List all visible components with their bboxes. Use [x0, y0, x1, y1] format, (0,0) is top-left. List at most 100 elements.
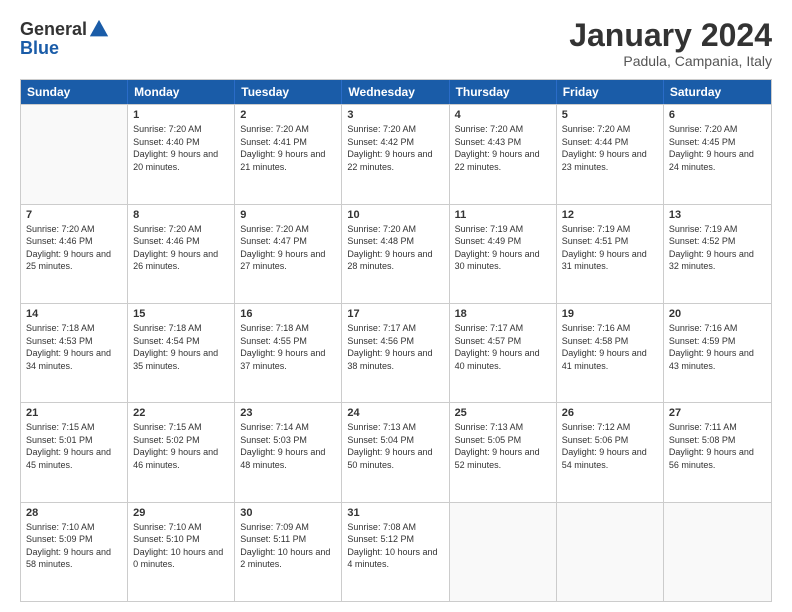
day-number: 7	[26, 209, 122, 221]
logo-general-text: General	[20, 19, 87, 40]
cal-cell-5-7	[664, 503, 771, 601]
cal-cell-3-7: 20Sunrise: 7:16 AMSunset: 4:59 PMDayligh…	[664, 304, 771, 402]
cal-cell-5-4: 31Sunrise: 7:08 AMSunset: 5:12 PMDayligh…	[342, 503, 449, 601]
cell-info: Sunrise: 7:15 AMSunset: 5:01 PMDaylight:…	[26, 421, 122, 471]
cell-info: Sunrise: 7:18 AMSunset: 4:53 PMDaylight:…	[26, 322, 122, 372]
cal-cell-2-7: 13 Sunrise: 7:19 AMSunset: 4:52 PMDayligh…	[664, 205, 771, 303]
day-number: 14	[26, 308, 122, 320]
cal-cell-5-1: 28 Sunrise: 7:10 AMSunset: 5:09 PMDayligh…	[21, 503, 128, 601]
cell-info: Sunrise: 7:11 AMSunset: 5:08 PMDaylight:…	[669, 421, 766, 471]
day-number: 20	[669, 308, 766, 320]
cal-cell-1-3: 2 Sunrise: 7:20 AMSunset: 4:41 PMDaylight…	[235, 105, 342, 203]
day-number: 6	[669, 109, 766, 121]
cal-cell-3-1: 14 Sunrise: 7:18 AMSunset: 4:53 PMDayligh…	[21, 304, 128, 402]
day-number: 11	[455, 209, 551, 221]
week-row-1: 1 Sunrise: 7:20 AMSunset: 4:40 PMDaylight…	[21, 104, 771, 203]
cal-cell-3-2: 15Sunrise: 7:18 AMSunset: 4:54 PMDayligh…	[128, 304, 235, 402]
day-number: 18	[455, 308, 551, 320]
cell-info: Sunrise: 7:10 AMSunset: 5:09 PMDaylight:…	[26, 521, 122, 571]
cell-info: Sunrise: 7:16 AMSunset: 4:58 PMDaylight:…	[562, 322, 658, 372]
cell-info: Sunrise: 7:20 AMSunset: 4:42 PMDaylight:…	[347, 123, 443, 173]
header: General Blue January 2024 Padula, Campan…	[20, 18, 772, 69]
calendar-header-row: SundayMondayTuesdayWednesdayThursdayFrid…	[21, 80, 771, 104]
day-number: 27	[669, 407, 766, 419]
cal-cell-3-3: 16 Sunrise: 7:18 AMSunset: 4:55 PMDayligh…	[235, 304, 342, 402]
cal-cell-1-4: 3 Sunrise: 7:20 AMSunset: 4:42 PMDaylight…	[342, 105, 449, 203]
week-row-5: 28 Sunrise: 7:10 AMSunset: 5:09 PMDayligh…	[21, 502, 771, 601]
cal-cell-4-3: 23 Sunrise: 7:14 AMSunset: 5:03 PMDayligh…	[235, 403, 342, 501]
cell-info: Sunrise: 7:20 AMSunset: 4:41 PMDaylight:…	[240, 123, 336, 173]
logo: General Blue	[20, 18, 110, 59]
day-number: 2	[240, 109, 336, 121]
page: General Blue January 2024 Padula, Campan…	[0, 0, 792, 612]
day-number: 10	[347, 209, 443, 221]
cal-cell-3-4: 17 Sunrise: 7:17 AMSunset: 4:56 PMDayligh…	[342, 304, 449, 402]
cal-cell-2-6: 12 Sunrise: 7:19 AMSunset: 4:51 PMDayligh…	[557, 205, 664, 303]
cell-info: Sunrise: 7:19 AMSunset: 4:49 PMDaylight:…	[455, 223, 551, 273]
day-number: 4	[455, 109, 551, 121]
cal-cell-4-2: 22 Sunrise: 7:15 AMSunset: 5:02 PMDayligh…	[128, 403, 235, 501]
cell-info: Sunrise: 7:20 AMSunset: 4:46 PMDaylight:…	[26, 223, 122, 273]
cell-info: Sunrise: 7:12 AMSunset: 5:06 PMDaylight:…	[562, 421, 658, 471]
week-row-4: 21 Sunrise: 7:15 AMSunset: 5:01 PMDayligh…	[21, 402, 771, 501]
calendar-body: 1 Sunrise: 7:20 AMSunset: 4:40 PMDaylight…	[21, 104, 771, 601]
cell-info: Sunrise: 7:20 AMSunset: 4:40 PMDaylight:…	[133, 123, 229, 173]
cal-cell-1-1	[21, 105, 128, 203]
day-number: 1	[133, 109, 229, 121]
cal-cell-5-2: 29Sunrise: 7:10 AMSunset: 5:10 PMDayligh…	[128, 503, 235, 601]
cell-info: Sunrise: 7:08 AMSunset: 5:12 PMDaylight:…	[347, 521, 443, 571]
day-number: 17	[347, 308, 443, 320]
cell-info: Sunrise: 7:19 AMSunset: 4:52 PMDaylight:…	[669, 223, 766, 273]
cal-cell-5-3: 30 Sunrise: 7:09 AMSunset: 5:11 PMDayligh…	[235, 503, 342, 601]
day-number: 25	[455, 407, 551, 419]
cal-cell-5-6	[557, 503, 664, 601]
header-day-tuesday: Tuesday	[235, 80, 342, 104]
cal-cell-1-7: 6 Sunrise: 7:20 AMSunset: 4:45 PMDaylight…	[664, 105, 771, 203]
day-number: 3	[347, 109, 443, 121]
cell-info: Sunrise: 7:20 AMSunset: 4:45 PMDaylight:…	[669, 123, 766, 173]
cal-cell-5-5	[450, 503, 557, 601]
day-number: 29	[133, 507, 229, 519]
title-block: January 2024 Padula, Campania, Italy	[569, 18, 772, 69]
cal-cell-1-2: 1 Sunrise: 7:20 AMSunset: 4:40 PMDaylight…	[128, 105, 235, 203]
cell-info: Sunrise: 7:18 AMSunset: 4:55 PMDaylight:…	[240, 322, 336, 372]
day-number: 19	[562, 308, 658, 320]
cal-cell-1-5: 4 Sunrise: 7:20 AMSunset: 4:43 PMDaylight…	[450, 105, 557, 203]
cell-info: Sunrise: 7:20 AMSunset: 4:48 PMDaylight:…	[347, 223, 443, 273]
cell-info: Sunrise: 7:20 AMSunset: 4:43 PMDaylight:…	[455, 123, 551, 173]
header-day-friday: Friday	[557, 80, 664, 104]
day-number: 26	[562, 407, 658, 419]
day-number: 12	[562, 209, 658, 221]
week-row-2: 7 Sunrise: 7:20 AMSunset: 4:46 PMDaylight…	[21, 204, 771, 303]
cell-info: Sunrise: 7:13 AMSunset: 5:04 PMDaylight:…	[347, 421, 443, 471]
day-number: 5	[562, 109, 658, 121]
cal-cell-2-5: 11 Sunrise: 7:19 AMSunset: 4:49 PMDayligh…	[450, 205, 557, 303]
cal-cell-4-4: 24Sunrise: 7:13 AMSunset: 5:04 PMDayligh…	[342, 403, 449, 501]
day-number: 28	[26, 507, 122, 519]
cell-info: Sunrise: 7:17 AMSunset: 4:57 PMDaylight:…	[455, 322, 551, 372]
header-day-sunday: Sunday	[21, 80, 128, 104]
cal-cell-4-7: 27 Sunrise: 7:11 AMSunset: 5:08 PMDayligh…	[664, 403, 771, 501]
week-row-3: 14 Sunrise: 7:18 AMSunset: 4:53 PMDayligh…	[21, 303, 771, 402]
cell-info: Sunrise: 7:15 AMSunset: 5:02 PMDaylight:…	[133, 421, 229, 471]
day-number: 22	[133, 407, 229, 419]
cell-info: Sunrise: 7:09 AMSunset: 5:11 PMDaylight:…	[240, 521, 336, 571]
logo-icon	[88, 18, 110, 40]
cell-info: Sunrise: 7:20 AMSunset: 4:46 PMDaylight:…	[133, 223, 229, 273]
month-title: January 2024	[569, 18, 772, 53]
day-number: 23	[240, 407, 336, 419]
cal-cell-1-6: 5Sunrise: 7:20 AMSunset: 4:44 PMDaylight…	[557, 105, 664, 203]
location-title: Padula, Campania, Italy	[569, 53, 772, 69]
day-number: 13	[669, 209, 766, 221]
day-number: 16	[240, 308, 336, 320]
day-number: 21	[26, 407, 122, 419]
cell-info: Sunrise: 7:17 AMSunset: 4:56 PMDaylight:…	[347, 322, 443, 372]
cell-info: Sunrise: 7:14 AMSunset: 5:03 PMDaylight:…	[240, 421, 336, 471]
day-number: 30	[240, 507, 336, 519]
logo-blue-text: Blue	[20, 38, 59, 59]
cell-info: Sunrise: 7:19 AMSunset: 4:51 PMDaylight:…	[562, 223, 658, 273]
cal-cell-2-1: 7 Sunrise: 7:20 AMSunset: 4:46 PMDaylight…	[21, 205, 128, 303]
cell-info: Sunrise: 7:18 AMSunset: 4:54 PMDaylight:…	[133, 322, 229, 372]
cal-cell-3-6: 19 Sunrise: 7:16 AMSunset: 4:58 PMDayligh…	[557, 304, 664, 402]
header-day-saturday: Saturday	[664, 80, 771, 104]
